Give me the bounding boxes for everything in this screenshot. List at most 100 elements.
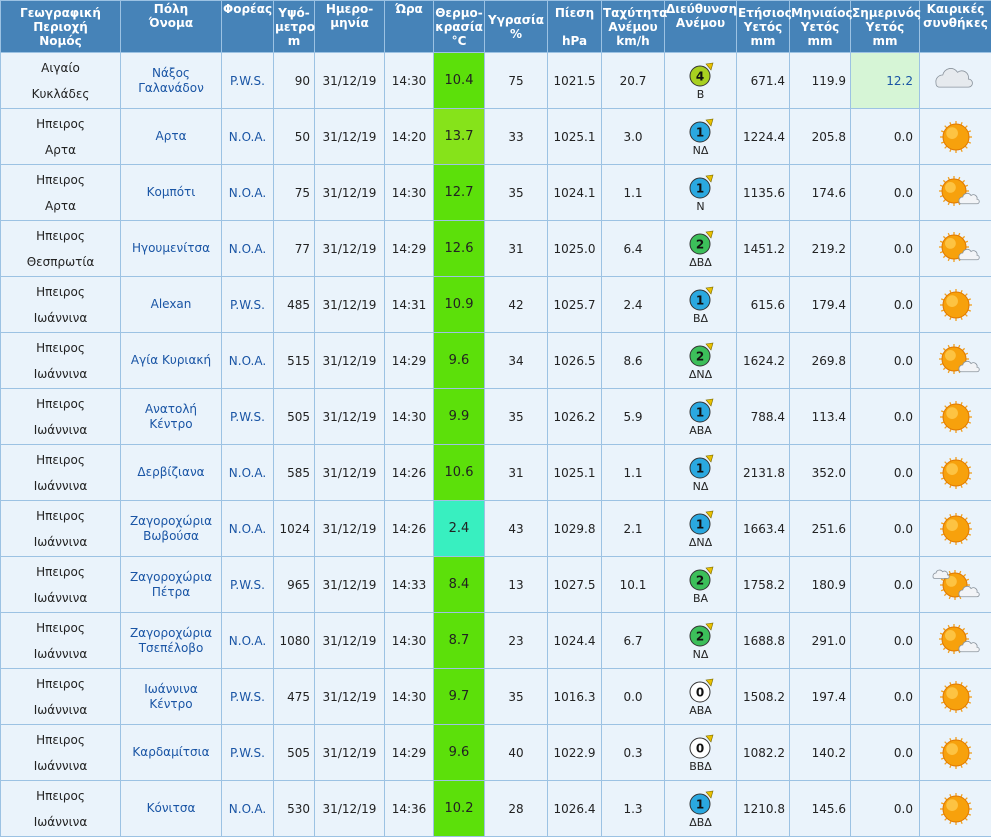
city-link[interactable]: Ζαγοροχώρια (121, 514, 221, 529)
annual-rain-value: 1210.8 (737, 781, 790, 837)
wind-speed-value: 1.1 (602, 445, 665, 501)
city-link[interactable]: Ζαγοροχώρια (121, 626, 221, 641)
header-region[interactable]: ΓεωγραφικήΠεριοχήΝομός (1, 1, 121, 53)
city-cell: Κόνιτσα (121, 781, 222, 837)
wind-beaufort-icon: 2 (686, 341, 716, 369)
wind-indicator: 2ΔΒΔ (665, 229, 736, 269)
header-pressure[interactable]: Πίεση hPa (548, 1, 602, 53)
wind-direction-label: ΑΒΑ (689, 705, 712, 717)
operator-link[interactable]: N.O.A. (229, 522, 266, 536)
operator-link[interactable]: N.O.A. (229, 186, 266, 200)
wind-speed-value: 10.1 (602, 557, 665, 613)
time-value: 14:29 (385, 333, 434, 389)
today-rain-value: 0.0 (851, 725, 920, 781)
humidity-value: 31 (485, 445, 548, 501)
sun-icon (931, 789, 981, 829)
header-wind-direction[interactable]: ΔιεύθυνσηΑνέμου (665, 1, 737, 53)
sun-icon (931, 453, 981, 493)
header-operator[interactable]: Φορέας (222, 1, 274, 53)
city-link[interactable]: Κέντρο (121, 417, 221, 432)
date-value: 31/12/19 (315, 109, 385, 165)
city-cell: ΖαγοροχώριαΤσεπέλοβο (121, 613, 222, 669)
city-link[interactable]: Κέντρο (121, 697, 221, 712)
operator-link[interactable]: N.O.A. (229, 634, 266, 648)
prefecture-name: Θεσπρωτία (1, 249, 120, 275)
wind-beaufort-icon: 2 (686, 229, 716, 257)
city-link[interactable]: Ανατολή (121, 402, 221, 417)
header-today-rain[interactable]: ΣημερινόςΥετόςmm (851, 1, 920, 53)
city-link[interactable]: Βωβούσα (121, 529, 221, 544)
humidity-value: 28 (485, 781, 548, 837)
humidity-value: 75 (485, 53, 548, 109)
weather-cell (920, 781, 991, 837)
header-city[interactable]: ΠόληΌνομα (121, 1, 222, 53)
header-temperature[interactable]: Θερμο-κρασία°C (434, 1, 485, 53)
weather-cell (920, 277, 991, 333)
wind-speed-value: 20.7 (602, 53, 665, 109)
city-link[interactable]: Κόνιτσα (121, 801, 221, 816)
operator-link[interactable]: P.W.S. (230, 298, 265, 312)
today-rain-value: 0.0 (851, 501, 920, 557)
wind-direction-cell: 2ΒΑ (665, 557, 737, 613)
header-date[interactable]: Ημερο-μηνία (315, 1, 385, 53)
table-row: ΗπειροςΙωάννιναΙωάννιναΚέντροP.W.S.47531… (1, 669, 991, 725)
altitude-value: 515 (274, 333, 315, 389)
region-name: Ηπειρος (1, 727, 120, 753)
date-value: 31/12/19 (315, 53, 385, 109)
header-weather-conditions[interactable]: Καιρικέςσυνθήκες (920, 1, 991, 53)
monthly-rain-value: 291.0 (790, 613, 851, 669)
operator-link[interactable]: N.O.A. (229, 242, 266, 256)
city-link[interactable]: Δερβίζιανα (121, 465, 221, 480)
header-annual-rain[interactable]: ΕτήσιοςΥετόςmm (737, 1, 790, 53)
altitude-value: 1080 (274, 613, 315, 669)
city-link[interactable]: Αγία Κυριακή (121, 353, 221, 368)
region-name: Ηπειρος (1, 223, 120, 249)
table-row: ΗπειροςΘεσπρωτίαΗγουμενίτσαN.O.A.7731/12… (1, 221, 991, 277)
header-altitude[interactable]: Υψό-μετροm (274, 1, 315, 53)
city-link[interactable]: Ηγουμενίτσα (121, 241, 221, 256)
city-link[interactable]: Ζαγοροχώρια (121, 570, 221, 585)
city-link[interactable]: Alexan (121, 297, 221, 312)
weather-cell (920, 669, 991, 725)
temperature-value: 9.7 (434, 669, 485, 725)
wind-direction-label: ΔΒΔ (689, 257, 712, 269)
city-link[interactable]: Πέτρα (121, 585, 221, 600)
city-link[interactable]: Ιωάννινα (121, 682, 221, 697)
operator-link[interactable]: P.W.S. (230, 746, 265, 760)
table-row: ΗπειροςΙωάννιναΔερβίζιαναN.O.A.58531/12/… (1, 445, 991, 501)
time-value: 14:20 (385, 109, 434, 165)
region-cell: ΑιγαίοΚυκλάδες (1, 53, 121, 109)
header-monthly-rain[interactable]: ΜηνιαίοςΥετόςmm (790, 1, 851, 53)
operator-link[interactable]: P.W.S. (230, 578, 265, 592)
city-cell: Alexan (121, 277, 222, 333)
time-value: 14:29 (385, 221, 434, 277)
city-link[interactable]: Γαλανάδον (121, 81, 221, 96)
operator-link[interactable]: P.W.S. (230, 690, 265, 704)
operator-link[interactable]: N.O.A. (229, 130, 266, 144)
operator-link[interactable]: N.O.A. (229, 354, 266, 368)
city-link[interactable]: Κομπότι (121, 185, 221, 200)
operator-link[interactable]: P.W.S. (230, 74, 265, 88)
city-link[interactable]: Τσεπέλοβο (121, 641, 221, 656)
city-link[interactable]: Καρδαμίτσια (121, 745, 221, 760)
header-humidity[interactable]: Υγρασία% (485, 1, 548, 53)
operator-link[interactable]: P.W.S. (230, 410, 265, 424)
monthly-rain-value: 205.8 (790, 109, 851, 165)
temperature-value: 10.9 (434, 277, 485, 333)
header-time[interactable]: Ώρα (385, 1, 434, 53)
operator-link[interactable]: N.O.A. (229, 802, 266, 816)
city-cell: ΖαγοροχώριαΠέτρα (121, 557, 222, 613)
header-wind-speed[interactable]: ΤαχύτηταΑνέμουkm/h (602, 1, 665, 53)
wind-direction-label: ΝΔ (693, 481, 709, 493)
time-value: 14:30 (385, 389, 434, 445)
region-name: Αιγαίο (1, 55, 120, 81)
operator-link[interactable]: N.O.A. (229, 466, 266, 480)
humidity-value: 35 (485, 389, 548, 445)
wind-speed-value: 0.0 (602, 669, 665, 725)
city-link[interactable]: Νάξος (121, 66, 221, 81)
beaufort-number: 2 (695, 573, 703, 587)
region-cell: ΗπειροςΑρτα (1, 165, 121, 221)
altitude-value: 90 (274, 53, 315, 109)
region-cell: ΗπειροςΑρτα (1, 109, 121, 165)
city-link[interactable]: Αρτα (121, 129, 221, 144)
